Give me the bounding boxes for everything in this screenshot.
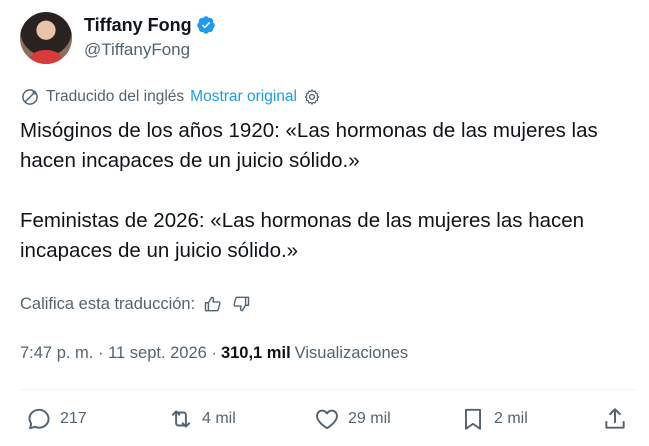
meta-separator: · [97, 344, 104, 362]
divider [20, 389, 637, 390]
tweet-paragraph: Feministas de 2026: «Las hormonas de las… [20, 209, 585, 262]
rate-translation-label: Califica esta traducción: [20, 294, 196, 313]
tweet-date[interactable]: 11 sept. 2026 [108, 344, 207, 363]
translation-label: Traducido del inglés [46, 88, 185, 105]
thumbs-up-icon[interactable] [203, 294, 223, 314]
translate-icon [22, 89, 38, 105]
share-button[interactable] [602, 406, 628, 432]
share-icon [605, 408, 625, 429]
retweet-icon [171, 410, 191, 428]
reply-count: 217 [60, 410, 87, 427]
verified-badge-icon [196, 16, 215, 34]
like-count: 29 mil [348, 410, 391, 427]
bookmark-icon [464, 408, 482, 430]
show-original-link[interactable]: Mostrar original [190, 88, 297, 106]
heart-icon [316, 409, 338, 430]
reply-icon [28, 408, 50, 430]
tweet-text: Misóginos de los años 1920: «Las hormona… [20, 116, 640, 266]
bookmark-button[interactable]: 2 mil [460, 406, 528, 432]
tweet-meta: 7:47 p. m. · 11 sept. 2026 · 310,1 mil V… [20, 344, 408, 363]
like-button[interactable]: 29 mil [314, 406, 391, 432]
views-label: Visualizaciones [294, 344, 409, 362]
author-handle[interactable]: @TiffanyFong [84, 40, 216, 60]
translation-bar: Traducido del inglés Mostrar original [20, 87, 321, 107]
bookmark-count: 2 mil [494, 410, 528, 427]
retweet-count: 4 mil [202, 410, 236, 427]
tweet-time[interactable]: 7:47 p. m. [20, 344, 93, 363]
author-name[interactable]: Tiffany Fong [84, 15, 192, 36]
thumbs-down-icon[interactable] [231, 294, 251, 314]
tweet-paragraph: Misóginos de los años 1920: «Las hormona… [20, 119, 598, 172]
reply-button[interactable]: 217 [26, 406, 87, 432]
author-block: Tiffany Fong @TiffanyFong [84, 12, 216, 60]
rate-translation: Califica esta traducción: [20, 294, 251, 314]
gear-icon[interactable] [303, 88, 321, 106]
views-count[interactable]: 310,1 mil [221, 344, 291, 363]
meta-separator: · [211, 344, 217, 362]
avatar[interactable] [20, 12, 72, 64]
retweet-button[interactable]: 4 mil [168, 406, 236, 432]
action-bar: 217 4 mil 29 mil 2 mil [26, 406, 636, 440]
